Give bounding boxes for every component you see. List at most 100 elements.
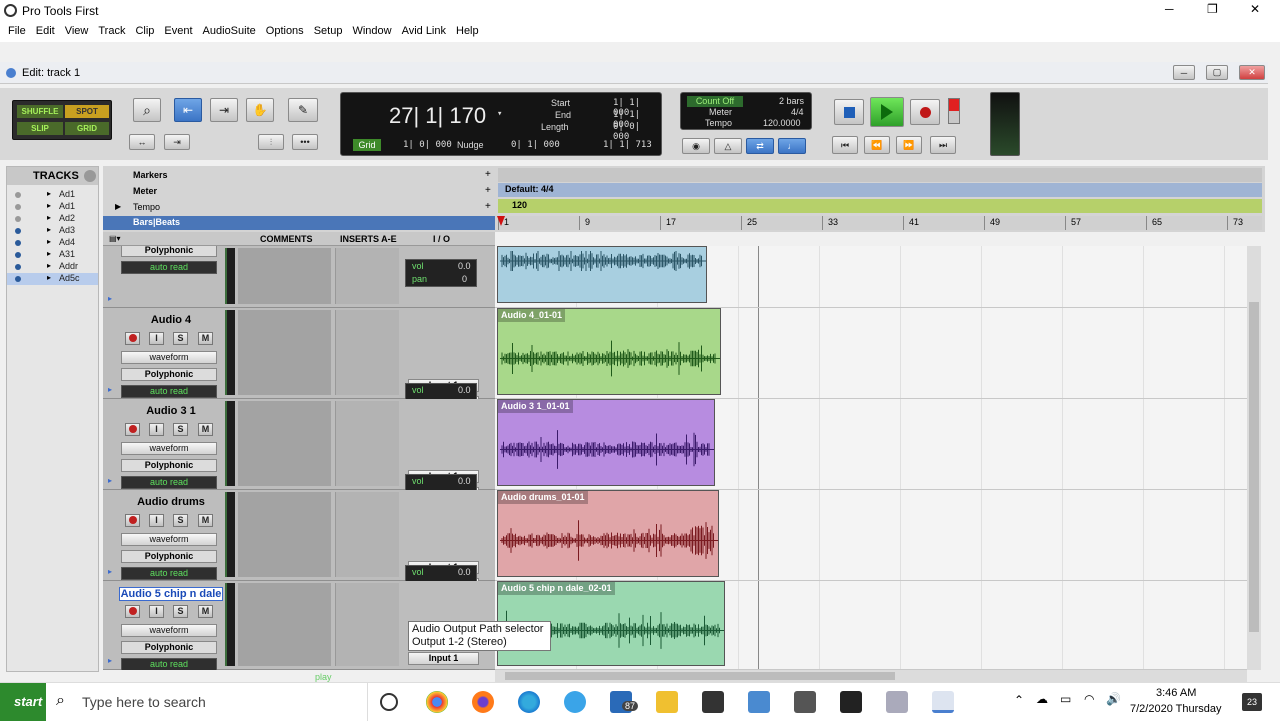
rewind-icon[interactable]: ⏪	[864, 136, 890, 154]
track-name[interactable]: Audio 4	[119, 314, 223, 328]
automation-mode-selector[interactable]: auto read	[121, 261, 217, 274]
track-show-hide-icon[interactable]	[15, 252, 21, 258]
taskbar-search[interactable]: ⌕ Type here to search	[48, 683, 368, 721]
edit-minimize-button[interactable]: ─	[1173, 65, 1195, 80]
go-to-end-icon[interactable]: ⏭	[930, 136, 956, 154]
ruler-label-bars[interactable]: Bars|Beats	[103, 216, 495, 230]
menu-track[interactable]: Track	[93, 22, 130, 40]
edit-close-button[interactable]: ✕	[1239, 65, 1265, 80]
tracks-menu-icon[interactable]	[84, 170, 96, 182]
elastic-audio-selector[interactable]: Polyphonic	[121, 459, 217, 472]
menu-setup[interactable]: Setup	[309, 22, 348, 40]
more-options-icon[interactable]: •••	[292, 134, 318, 150]
track-comments-field[interactable]	[238, 583, 331, 666]
track-expand-icon[interactable]: ▸	[47, 273, 51, 282]
stop-button[interactable]	[834, 99, 864, 125]
counter-dropdown-icon[interactable]: ▾	[497, 109, 502, 119]
solo-button[interactable]: S	[173, 514, 188, 527]
grabber-tool-icon[interactable]: ✋	[246, 98, 274, 122]
trim-tool-icon[interactable]: ⇤	[174, 98, 202, 122]
clock-date[interactable]: 7/2/2020 Thursday	[1130, 703, 1222, 715]
onedrive-icon[interactable]: ☁	[1036, 692, 1048, 706]
track-comments-field[interactable]	[238, 248, 331, 304]
track-show-hide-icon[interactable]	[15, 276, 21, 282]
meter-ruler[interactable]: Default: 4/4	[498, 183, 1262, 197]
track-list-item[interactable]: ▸ Ad2	[7, 213, 98, 225]
chrome-icon[interactable]	[426, 691, 448, 713]
selector-tool-icon[interactable]: ⇥	[210, 98, 238, 122]
track-view-selector[interactable]: waveform	[121, 624, 217, 637]
grid-mode-button[interactable]: GRID	[65, 122, 109, 135]
track-comments-field[interactable]	[238, 310, 331, 395]
pro-tools-taskbar-icon[interactable]	[932, 691, 954, 713]
record-enable-button[interactable]	[125, 423, 140, 436]
track-list-item[interactable]: ▸ Ad3	[7, 225, 98, 237]
grid-value[interactable]: 1| 0| 000	[403, 140, 452, 150]
edge-icon[interactable]	[518, 691, 540, 713]
output-path-selector[interactable]: Output 1-2	[408, 669, 479, 670]
menu-event[interactable]: Event	[159, 22, 197, 40]
vertical-scroll-thumb[interactable]	[1249, 302, 1259, 632]
midi-merge-icon[interactable]: ⇄	[746, 138, 774, 154]
pan-value[interactable]: 0	[462, 273, 467, 286]
solo-button[interactable]: S	[173, 332, 188, 345]
elastic-audio-selector[interactable]: Polyphonic	[121, 368, 217, 381]
track-show-hide-icon[interactable]	[15, 216, 21, 222]
ruler-label-meter[interactable]: Meter	[133, 186, 157, 196]
clock-time[interactable]: 3:46 AM	[1156, 687, 1196, 699]
track-list-item[interactable]: ▸ Ad4	[7, 237, 98, 249]
track-expand-icon[interactable]: ▸	[47, 261, 51, 270]
avid-link-icon[interactable]	[840, 691, 862, 713]
vertical-scrollbar[interactable]	[1247, 246, 1261, 670]
horizontal-scroll-thumb[interactable]	[505, 672, 895, 680]
track-expand-icon[interactable]: ▸	[47, 237, 51, 246]
track-view-menu-icon[interactable]: ▤▾	[109, 234, 121, 243]
ruler-label-tempo[interactable]: Tempo	[133, 202, 160, 212]
volume-value[interactable]: 0.0	[458, 475, 471, 488]
firefox-icon[interactable]	[472, 691, 494, 713]
length-value[interactable]: 0| 0| 000	[613, 122, 661, 142]
nudge-label[interactable]: Nudge	[457, 140, 484, 150]
track-list-item[interactable]: ▸ Ad5c	[7, 273, 98, 285]
cortana-icon[interactable]	[380, 693, 398, 711]
return-to-zero-icon[interactable]: ⏮	[832, 136, 858, 154]
automation-mode-selector[interactable]: auto read	[121, 658, 217, 670]
menu-audiosuite[interactable]: AudioSuite	[198, 22, 261, 40]
track-inserts-slots[interactable]	[335, 583, 399, 666]
input-path-selector[interactable]: Input 1	[408, 652, 479, 665]
add-tempo-icon[interactable]: +	[485, 201, 491, 212]
play-button[interactable]	[870, 97, 904, 127]
track-view-selector[interactable]: waveform	[121, 351, 217, 364]
markers-ruler[interactable]	[498, 168, 1262, 182]
menu-window[interactable]: Window	[347, 22, 396, 40]
audio-clip[interactable]: Audio 3 1_01-01	[497, 399, 715, 486]
menu-file[interactable]: File	[3, 22, 31, 40]
track-expand-triangle-icon[interactable]: ▸	[108, 294, 112, 303]
track-show-hide-icon[interactable]	[15, 204, 21, 210]
track-comments-field[interactable]	[238, 401, 331, 486]
track-expand-triangle-icon[interactable]: ▸	[108, 656, 112, 665]
track-show-hide-icon[interactable]	[15, 264, 21, 270]
horizontal-scrollbar[interactable]	[495, 670, 1247, 682]
track-inserts-slots[interactable]	[335, 248, 399, 304]
input-monitor-button[interactable]: I	[149, 605, 164, 618]
track-name[interactable]: Audio 3 1	[119, 405, 223, 419]
shuffle-mode-button[interactable]: SHUFFLE	[17, 105, 63, 118]
mute-button[interactable]: M	[198, 332, 213, 345]
record-mode-indicator[interactable]	[948, 98, 960, 124]
track-name[interactable]: Audio 5 chip n dale	[119, 587, 223, 601]
automation-mode-selector[interactable]: auto read	[121, 476, 217, 489]
main-counter[interactable]: 27| 1| 170	[389, 103, 486, 129]
track-expand-triangle-icon[interactable]: ▸	[108, 476, 112, 485]
track-show-hide-icon[interactable]	[15, 192, 21, 198]
menu-options[interactable]: Options	[261, 22, 309, 40]
track-expand-icon[interactable]: ▸	[47, 249, 51, 258]
store-icon[interactable]	[702, 691, 724, 713]
input-monitor-button[interactable]: I	[149, 514, 164, 527]
tempo-value[interactable]: 120.0000	[763, 118, 801, 128]
track-list-item[interactable]: ▸ A31	[7, 249, 98, 261]
zoom-toggle-icon[interactable]: ↔	[129, 134, 155, 150]
menu-edit[interactable]: Edit	[31, 22, 60, 40]
automation-mode-selector[interactable]: auto read	[121, 385, 217, 398]
ruler-label-markers[interactable]: Markers	[133, 170, 168, 180]
